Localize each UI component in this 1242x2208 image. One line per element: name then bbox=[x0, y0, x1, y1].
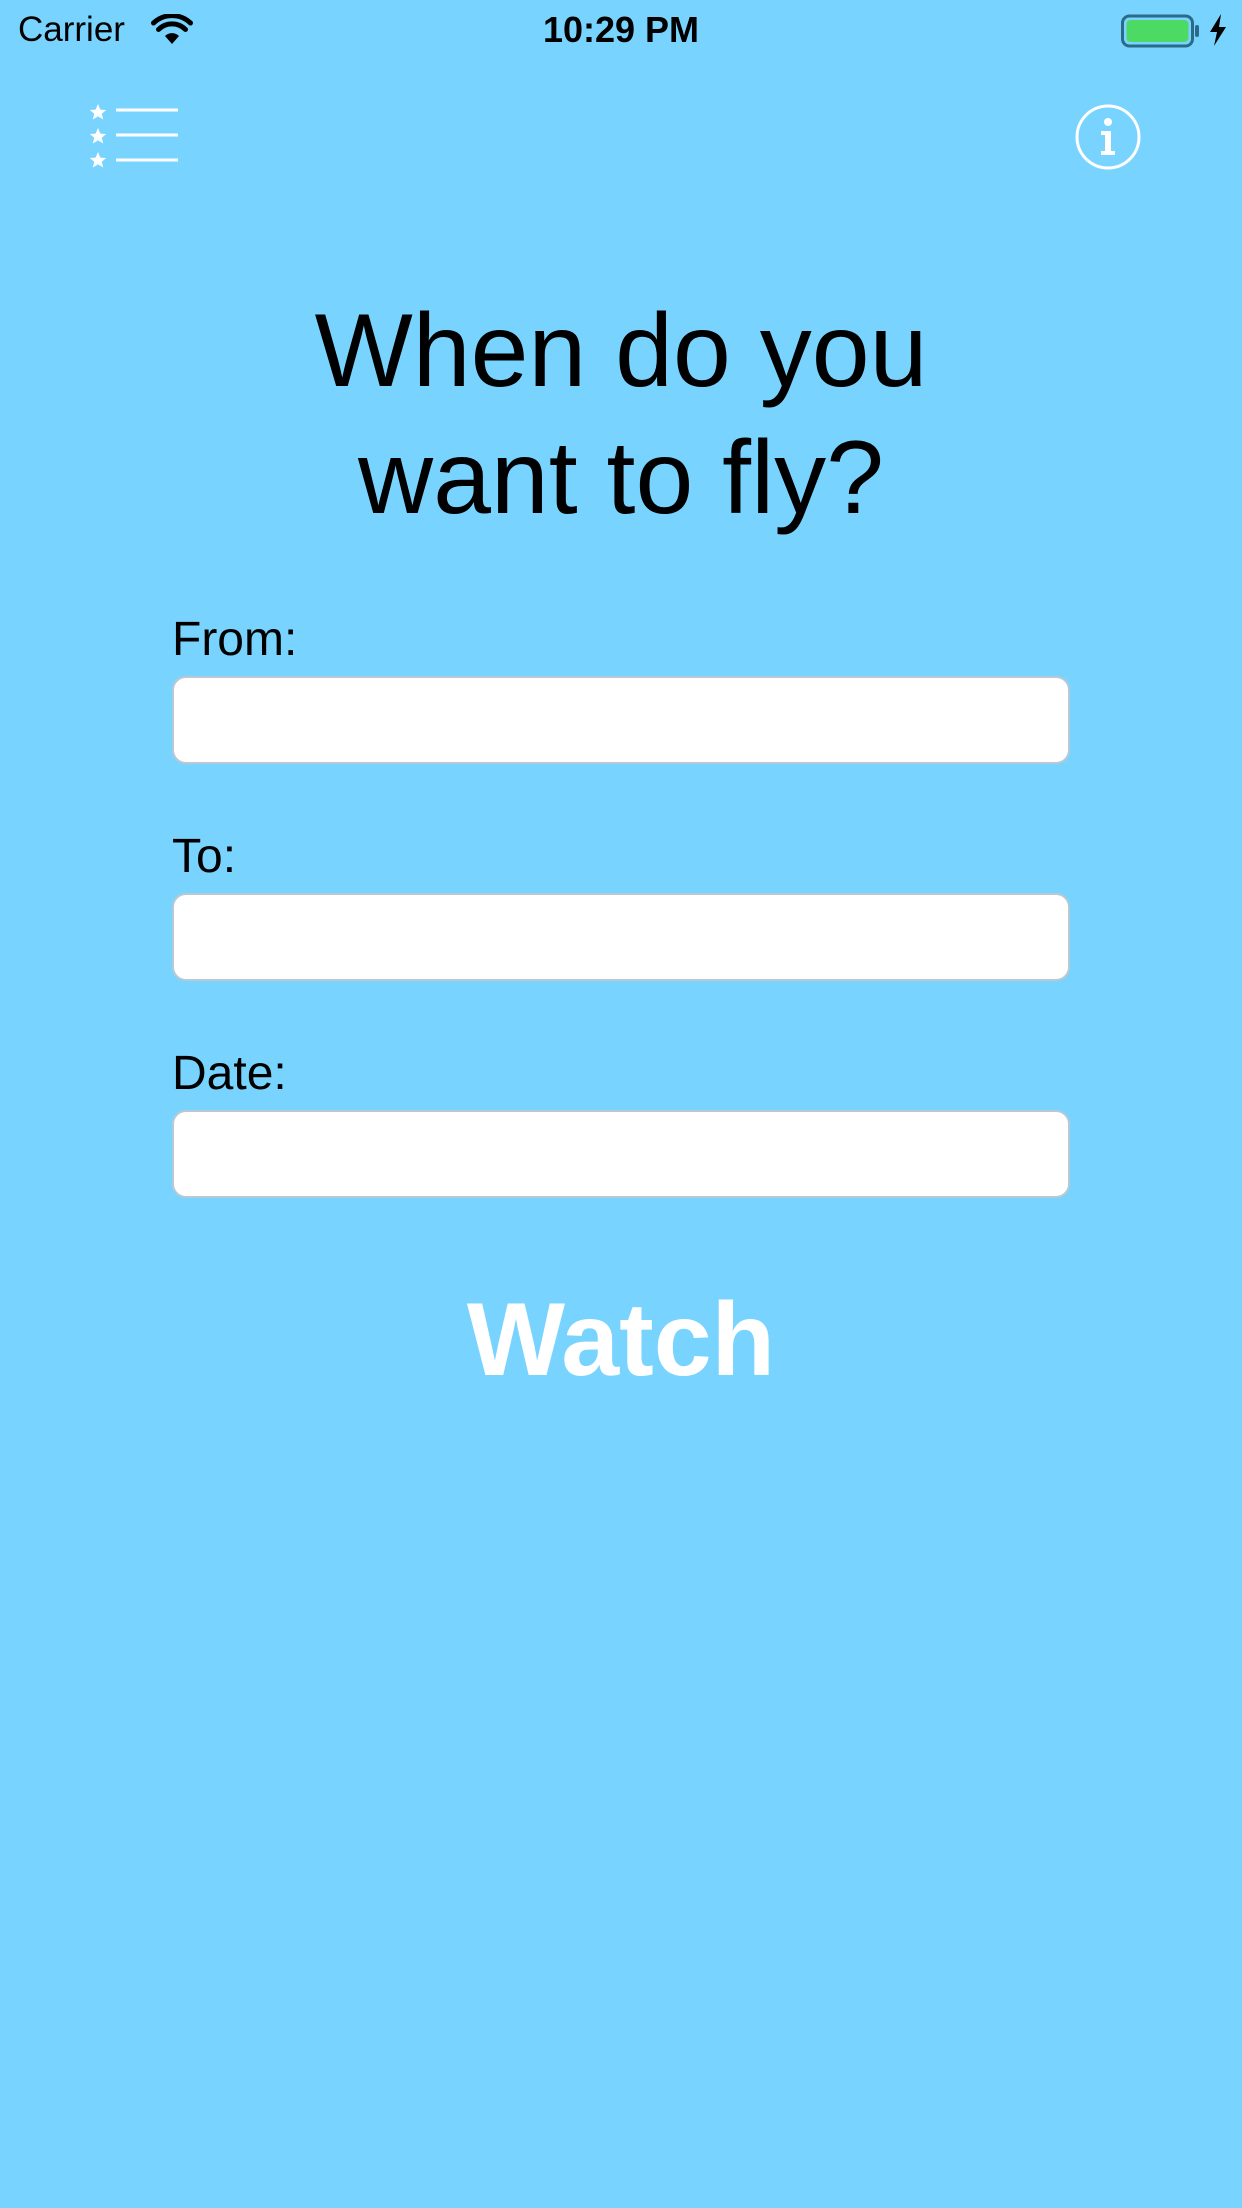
info-button[interactable] bbox=[1074, 103, 1142, 171]
starred-list-icon bbox=[89, 104, 178, 168]
date-label: Date: bbox=[172, 1047, 287, 1100]
headline-line-1: When do you bbox=[314, 293, 928, 409]
headline-line-2: want to fly? bbox=[357, 420, 885, 536]
info-icon bbox=[1075, 104, 1141, 170]
watch-button[interactable]: Watch bbox=[371, 1270, 871, 1410]
to-input[interactable] bbox=[172, 893, 1070, 981]
menu-button[interactable] bbox=[88, 100, 184, 170]
from-label: From: bbox=[172, 613, 298, 666]
battery-icon bbox=[1121, 14, 1199, 48]
status-time: 10:29 PM bbox=[542, 9, 700, 50]
to-label: To: bbox=[172, 830, 237, 883]
status-bar: Carrier 10:29 PM bbox=[0, 0, 1242, 60]
from-input[interactable] bbox=[172, 676, 1070, 764]
charging-bolt-icon bbox=[1210, 14, 1226, 46]
page-headline: When do you want to fly? bbox=[0, 288, 1242, 542]
date-input[interactable] bbox=[172, 1110, 1070, 1198]
